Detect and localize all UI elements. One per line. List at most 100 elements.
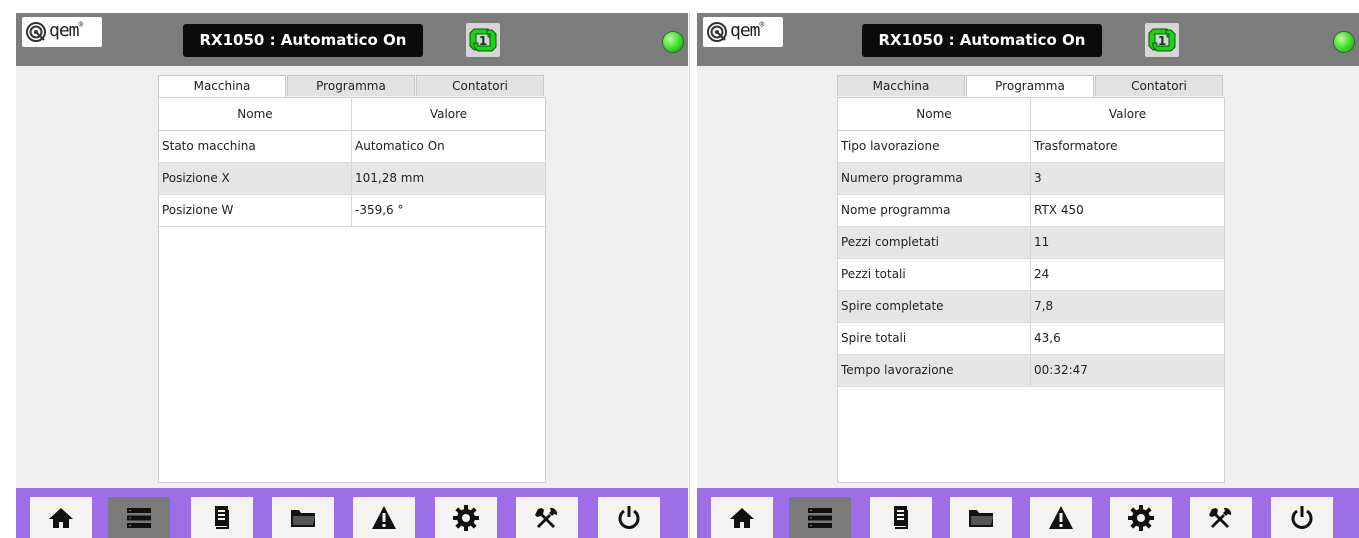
gear-icon bbox=[453, 504, 479, 531]
logo-text: qem® bbox=[730, 20, 764, 41]
svg-text:1: 1 bbox=[479, 34, 487, 48]
hmi-panel-program: qem® RX1050 : Automatico On 1 Macchina P… bbox=[697, 13, 1359, 538]
cell-value: Automatico On bbox=[355, 139, 445, 153]
power-icon bbox=[1291, 505, 1313, 529]
cell-name: Tempo lavorazione bbox=[838, 355, 1031, 386]
cell-value: 101,28 mm bbox=[355, 171, 425, 185]
tab-contatori[interactable]: Contatori bbox=[1095, 75, 1223, 96]
qem-logo-mark-icon bbox=[26, 22, 46, 42]
cell-name: Posizione X bbox=[159, 163, 352, 194]
table-row: Posizione W -359,6 ° bbox=[159, 195, 545, 227]
list-icon bbox=[808, 507, 832, 528]
status-led bbox=[662, 31, 684, 53]
folder-button[interactable] bbox=[950, 497, 1012, 538]
table-row: Posizione X 101,28 mm bbox=[159, 163, 545, 195]
settings-button[interactable] bbox=[435, 497, 497, 538]
tab-bar: Macchina Programma Contatori bbox=[837, 75, 1224, 98]
logo-text: qem® bbox=[49, 20, 83, 41]
status-led bbox=[1333, 31, 1355, 53]
cell-value: 43,6 bbox=[1034, 331, 1061, 345]
cell-value: RTX 450 bbox=[1034, 203, 1084, 217]
cell-value: 7,8 bbox=[1034, 299, 1054, 313]
table-row: Pezzi totali 24 bbox=[838, 259, 1224, 291]
machine-status-title: RX1050 : Automatico On bbox=[862, 24, 1102, 57]
table-row: Stato macchina Automatico On bbox=[159, 131, 545, 163]
table-header: Nome Valore bbox=[838, 98, 1224, 131]
cell-name: Pezzi totali bbox=[838, 259, 1031, 290]
program-table: Nome Valore Tipo lavorazione Trasformato… bbox=[837, 97, 1225, 483]
alarm-button[interactable] bbox=[1030, 497, 1092, 538]
qem-logo: qem® bbox=[703, 17, 783, 47]
table-header: Nome Valore bbox=[159, 98, 545, 131]
tab-programma[interactable]: Programma bbox=[287, 75, 415, 96]
home-icon bbox=[49, 507, 73, 528]
home-button[interactable] bbox=[711, 497, 773, 538]
cell-name: Spire completate bbox=[838, 291, 1031, 322]
tools-icon bbox=[535, 507, 558, 528]
svg-text:1: 1 bbox=[1158, 34, 1166, 48]
top-bar: qem® RX1050 : Automatico On 1 bbox=[697, 13, 1359, 66]
tab-macchina[interactable]: Macchina bbox=[158, 75, 286, 98]
gear-icon bbox=[1128, 504, 1154, 531]
warning-icon bbox=[1049, 505, 1073, 529]
document-button[interactable] bbox=[870, 497, 932, 538]
document-icon bbox=[894, 505, 908, 529]
folder-button[interactable] bbox=[272, 497, 334, 538]
tab-contatori[interactable]: Contatori bbox=[416, 75, 544, 96]
cell-value: 3 bbox=[1034, 171, 1042, 185]
folder-icon bbox=[291, 509, 315, 527]
list-button[interactable] bbox=[789, 497, 851, 538]
cell-name: Numero programma bbox=[838, 163, 1031, 194]
table-row: Pezzi completati 11 bbox=[838, 227, 1224, 259]
qem-logo: qem® bbox=[22, 17, 102, 47]
power-button[interactable] bbox=[1271, 497, 1333, 538]
column-header-value: Valore bbox=[429, 107, 468, 121]
tools-button[interactable] bbox=[1190, 497, 1252, 538]
tab-bar: Macchina Programma Contatori bbox=[158, 75, 545, 98]
column-header-value: Valore bbox=[1108, 107, 1147, 121]
cell-name: Pezzi completati bbox=[838, 227, 1031, 258]
table-row: Tempo lavorazione 00:32:47 bbox=[838, 355, 1224, 387]
document-icon bbox=[215, 505, 229, 529]
cell-name: Stato macchina bbox=[159, 131, 352, 162]
alarm-button[interactable] bbox=[353, 497, 415, 538]
settings-button[interactable] bbox=[1110, 497, 1172, 538]
auto-cycle-icon[interactable]: 1 bbox=[466, 23, 500, 57]
power-button[interactable] bbox=[598, 497, 660, 538]
machine-status-title: RX1050 : Automatico On bbox=[183, 24, 423, 57]
cell-name: Nome programma bbox=[838, 195, 1031, 226]
list-button[interactable] bbox=[108, 497, 170, 538]
cell-value: 24 bbox=[1034, 267, 1050, 281]
home-button[interactable] bbox=[30, 497, 92, 538]
table-row: Spire completate 7,8 bbox=[838, 291, 1224, 323]
power-icon bbox=[618, 505, 640, 529]
panel-divider bbox=[689, 13, 690, 538]
qem-logo-mark-icon bbox=[707, 22, 727, 42]
hmi-panel-machine: qem® RX1050 : Automatico On 1 Macchina P… bbox=[16, 13, 688, 538]
bottom-toolbar bbox=[16, 488, 688, 538]
cell-value: 00:32:47 bbox=[1034, 363, 1088, 377]
tab-macchina[interactable]: Macchina bbox=[837, 75, 965, 96]
column-header-name: Nome bbox=[159, 98, 352, 130]
list-icon bbox=[127, 507, 151, 528]
folder-icon bbox=[969, 509, 993, 527]
cell-value: Trasformatore bbox=[1034, 139, 1118, 153]
warning-icon bbox=[372, 505, 396, 529]
table-row: Numero programma 3 bbox=[838, 163, 1224, 195]
cell-value: 11 bbox=[1034, 235, 1050, 249]
auto-cycle-icon[interactable]: 1 bbox=[1145, 23, 1179, 57]
tools-button[interactable] bbox=[516, 497, 578, 538]
tools-icon bbox=[1209, 507, 1232, 528]
table-row: Tipo lavorazione Trasformatore bbox=[838, 131, 1224, 163]
machine-table: Nome Valore Stato macchina Automatico On… bbox=[158, 97, 546, 483]
column-header-name: Nome bbox=[838, 98, 1031, 130]
cell-value: -359,6 ° bbox=[355, 203, 404, 217]
tab-programma[interactable]: Programma bbox=[966, 75, 1094, 98]
top-bar: qem® RX1050 : Automatico On 1 bbox=[16, 13, 688, 66]
table-row: Spire totali 43,6 bbox=[838, 323, 1224, 355]
cell-name: Posizione W bbox=[159, 195, 352, 226]
home-icon bbox=[730, 507, 754, 528]
document-button[interactable] bbox=[191, 497, 253, 538]
cell-name: Tipo lavorazione bbox=[838, 131, 1031, 162]
bottom-toolbar bbox=[697, 488, 1359, 538]
